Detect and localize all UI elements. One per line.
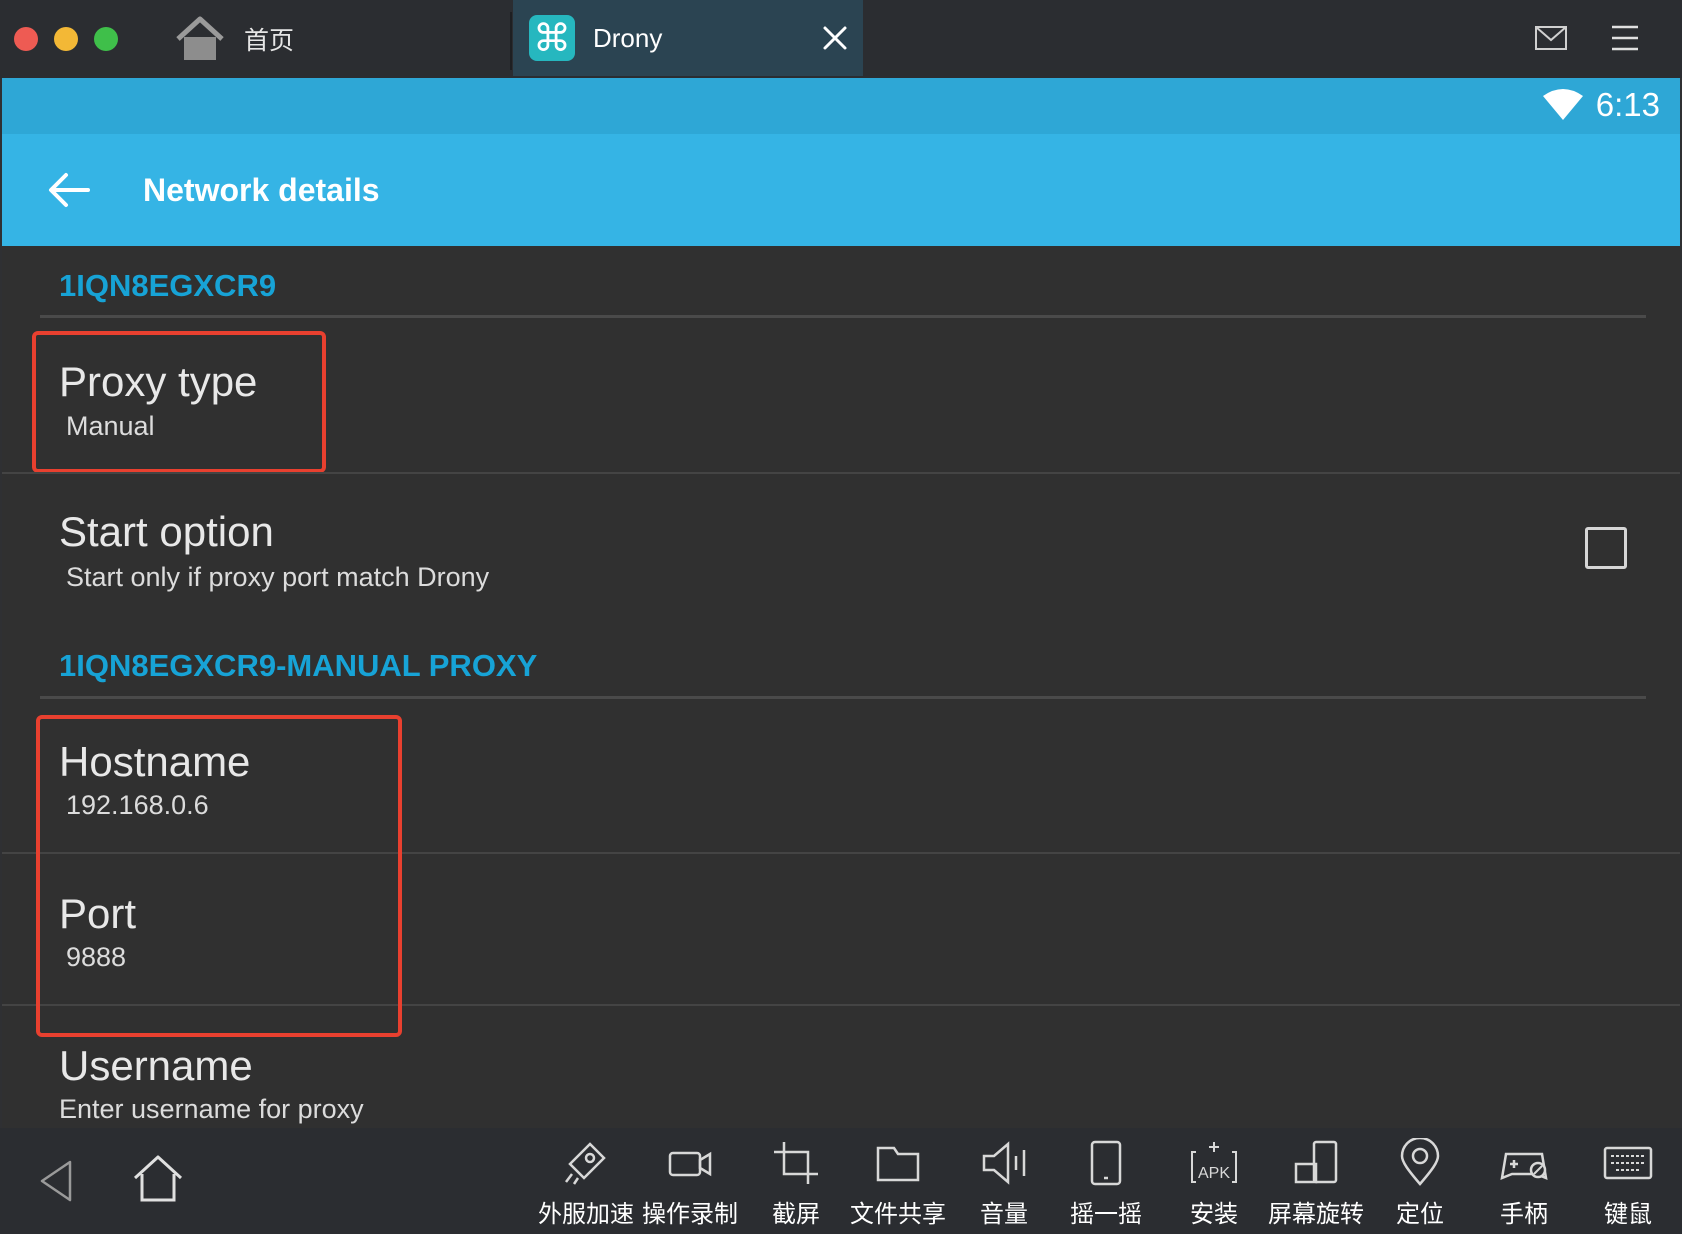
mail-icon[interactable] <box>1534 24 1568 52</box>
start-option-checkbox[interactable] <box>1585 527 1627 569</box>
gamepad-icon <box>1500 1152 1548 1180</box>
tool-file-share[interactable]: 文件共享 <box>850 1138 946 1229</box>
section-header-network: 1IQN8EGXCR9 <box>59 268 277 303</box>
shake-phone-icon <box>1090 1140 1122 1186</box>
tool-label: 定位 <box>1396 1200 1444 1228</box>
tool-record[interactable]: 操作录制 <box>642 1138 738 1229</box>
apk-install-icon: APK <box>1191 1142 1237 1183</box>
location-pin-icon <box>1400 1138 1440 1186</box>
tool-volume[interactable]: 音量 <box>978 1138 1030 1229</box>
tool-label: 外服加速 <box>538 1200 634 1228</box>
tool-speedup[interactable]: 外服加速 <box>538 1138 634 1229</box>
tool-gamepad[interactable]: 手柄 <box>1498 1138 1550 1229</box>
section-header-manual-proxy: 1IQN8EGXCR9-MANUAL PROXY <box>59 648 538 683</box>
tool-label: 摇一摇 <box>1070 1200 1142 1228</box>
video-camera-icon <box>668 1151 712 1177</box>
username-summary: Enter username for proxy <box>59 1094 364 1124</box>
start-option-summary: Start only if proxy port match Drony <box>66 562 490 592</box>
settings-list: 1IQN8EGXCR9 Proxy type Manual Start opti… <box>2 246 1680 1128</box>
start-option-title: Start option <box>59 508 274 555</box>
tool-shake[interactable]: 摇一摇 <box>1070 1138 1142 1229</box>
crop-icon <box>774 1142 818 1184</box>
tab-drony[interactable]: ⌘ Drony <box>513 0 863 76</box>
nav-back-icon[interactable] <box>36 1158 76 1204</box>
section-divider <box>40 696 1646 699</box>
window-title-bar: 首页 ⌘ Drony <box>0 0 1682 78</box>
rocket-icon <box>565 1142 606 1185</box>
tool-label: 截屏 <box>772 1200 820 1228</box>
tool-label: 手柄 <box>1500 1200 1548 1228</box>
highlight-box-proxy-type <box>32 331 326 473</box>
tool-screenshot[interactable]: 截屏 <box>770 1138 822 1229</box>
drony-app-icon: ⌘ <box>529 15 575 61</box>
keyboard-icon <box>1603 1146 1653 1180</box>
tool-label: 键鼠 <box>1604 1200 1652 1228</box>
close-window-button[interactable] <box>14 27 38 51</box>
tab-drony-label: Drony <box>593 22 663 53</box>
tool-location[interactable]: 定位 <box>1394 1138 1446 1229</box>
home-icon <box>176 16 224 60</box>
minimize-window-button[interactable] <box>54 27 78 51</box>
highlight-box-hostname-port <box>36 715 402 1037</box>
maximize-window-button[interactable] <box>94 27 118 51</box>
bottom-toolbar: 外服加速 操作录制 截屏 文件共享 音量 摇一摇 APK 安装 屏幕旋转 定位 … <box>0 1128 1682 1234</box>
tool-label: 安装 <box>1190 1200 1238 1228</box>
wifi-icon <box>1543 89 1583 120</box>
status-bar: 6:13 <box>2 78 1680 134</box>
tool-rotate[interactable]: 屏幕旋转 <box>1268 1138 1364 1229</box>
status-time: 6:13 <box>1595 86 1660 123</box>
section-divider <box>40 315 1646 318</box>
tool-label: 音量 <box>980 1200 1028 1228</box>
tool-label: 操作录制 <box>642 1200 738 1228</box>
close-icon[interactable] <box>817 20 853 56</box>
action-bar: Network details <box>2 134 1680 246</box>
tool-label: 文件共享 <box>850 1200 946 1228</box>
tab-home[interactable]: 首页 <box>174 12 504 66</box>
tab-home-label: 首页 <box>244 26 295 55</box>
folder-icon <box>876 1146 920 1182</box>
back-arrow-icon[interactable] <box>46 170 90 210</box>
volume-icon <box>982 1141 1026 1185</box>
tab-separator <box>510 12 512 70</box>
tool-install[interactable]: APK 安装 <box>1188 1138 1240 1229</box>
tool-label: 屏幕旋转 <box>1268 1200 1364 1228</box>
svg-text:APK: APK <box>1198 1165 1230 1182</box>
page-title: Network details <box>143 172 380 208</box>
username-title: Username <box>59 1042 253 1089</box>
item-divider <box>2 472 1680 474</box>
screen-rotate-icon <box>1294 1140 1338 1184</box>
tool-keyboard[interactable]: 键鼠 <box>1602 1138 1654 1229</box>
menu-icon[interactable] <box>1610 22 1640 54</box>
nav-home-icon[interactable] <box>132 1154 184 1204</box>
